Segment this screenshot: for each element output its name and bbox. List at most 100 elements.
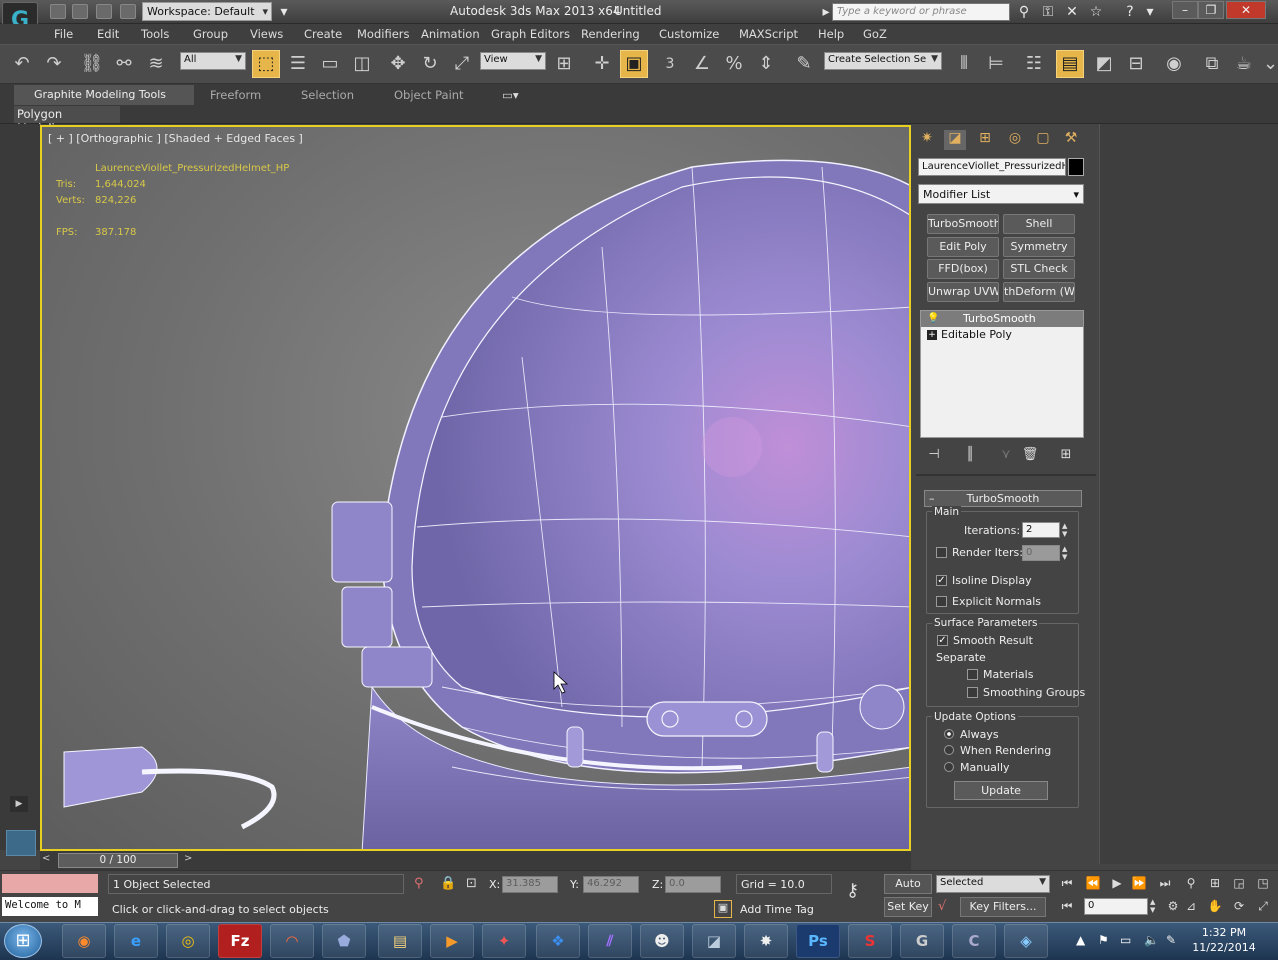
isolate-selection-icon[interactable]: ⚲ [414, 876, 424, 891]
app11-icon[interactable]: ⫽ [588, 924, 632, 958]
menu-maxscript[interactable]: MAXScript [739, 27, 798, 41]
schematic-view-icon[interactable]: ⊟ [1122, 50, 1150, 78]
time-configuration-icon[interactable]: ⚙ [1164, 899, 1182, 915]
when-rendering-radio[interactable] [944, 745, 954, 755]
select-and-link-icon[interactable]: ⛓ [78, 50, 106, 78]
menu-graph-editors[interactable]: Graph Editors [491, 27, 570, 41]
current-frame-field[interactable]: 0 [1084, 898, 1148, 915]
move-icon[interactable]: ✥ [384, 50, 412, 78]
network-icon[interactable]: ▭ [1120, 933, 1131, 947]
media-icon[interactable]: ▶ [430, 924, 474, 958]
rotate-icon[interactable]: ↻ [416, 50, 444, 78]
app18-icon[interactable]: C [952, 924, 996, 958]
render-iters-spinner-arrows[interactable]: ▲ ▼ [1062, 545, 1072, 561]
selection-filter-dropdown[interactable]: All ▼ [180, 52, 246, 70]
volume-icon[interactable]: 🔈 [1144, 933, 1159, 947]
lightbulb-icon[interactable]: 💡 [927, 311, 939, 327]
communication-icon[interactable]: ✕ [1062, 3, 1082, 21]
utilities-tab-icon[interactable]: ⚒ [1060, 130, 1082, 150]
menu-edit[interactable]: Edit [97, 27, 119, 41]
modifier-stack[interactable]: 💡 TurboSmooth + Editable Poly [920, 310, 1084, 438]
maximize-viewport-icon[interactable]: ⤢ [1254, 899, 1272, 915]
keyboard-shortcut-override-icon[interactable]: ▣ [620, 50, 648, 78]
subscription-icon[interactable]: ⚿ [1038, 3, 1058, 21]
select-manipulate-icon[interactable]: ✛ [588, 50, 616, 78]
explorer-icon[interactable]: ▤ [378, 924, 422, 958]
make-unique-icon[interactable]: ⋎ [996, 447, 1016, 463]
ribbon-options-icon[interactable]: ▭▾ [502, 88, 519, 102]
absolute-mode-icon[interactable]: ⊡ [466, 876, 477, 891]
app12-icon[interactable]: ☻ [640, 924, 684, 958]
align-icon[interactable]: ⊨ [982, 50, 1010, 78]
viewport[interactable]: [ + ] [Orthographic ] [Shaded + Edged Fa… [40, 125, 911, 851]
zoom-all-icon[interactable]: ⊞ [1206, 876, 1224, 892]
tab-graphite-modeling-tools[interactable]: Graphite Modeling Tools [14, 85, 194, 105]
select-by-name-icon[interactable]: ☰ [284, 50, 312, 78]
start-button-icon[interactable]: ⊞ [4, 924, 42, 958]
app19-icon[interactable]: ◈ [1004, 924, 1048, 958]
app16-icon[interactable]: S [848, 924, 892, 958]
rendered-frame-icon[interactable]: ☕ [1230, 50, 1258, 78]
menu-goz[interactable]: GoZ [863, 27, 887, 41]
key-selection-dropdown[interactable]: Selected ▼ [936, 875, 1050, 893]
graphite-toggle-icon[interactable]: ▤ [1056, 50, 1084, 78]
tab-selection[interactable]: Selection [301, 88, 354, 102]
field-of-view-icon[interactable]: ⊿ [1182, 899, 1200, 915]
redo-icon[interactable]: ↷ [40, 50, 68, 78]
layer-manager-icon[interactable]: ☷ [1020, 50, 1048, 78]
turbosmooth-button[interactable]: TurboSmooth [927, 214, 999, 234]
auto-key-button[interactable]: Auto Key [884, 874, 932, 908]
previous-frame-icon[interactable]: ⏪ [1084, 876, 1102, 892]
play-icon[interactable]: ▶ [1108, 876, 1126, 892]
modify-tab-icon[interactable]: ◪ [944, 130, 966, 150]
scale-icon[interactable]: ⤢ [448, 50, 476, 78]
go-to-start-icon[interactable]: ⏮ [1058, 876, 1076, 892]
isoline-display-checkbox[interactable]: ✓ [936, 575, 947, 586]
shell-button[interactable]: Shell [1003, 214, 1075, 234]
power-icon[interactable]: ✎ [1166, 933, 1176, 947]
time-slider[interactable]: 0 / 100 [58, 853, 178, 868]
select-object-icon[interactable]: ⬚ [252, 50, 280, 78]
app5-icon[interactable]: ◠ [270, 924, 314, 958]
dropbox-icon[interactable]: ❖ [536, 924, 580, 958]
pan-view-icon[interactable]: ✋ [1206, 899, 1224, 915]
bind-space-warp-icon[interactable]: ≋ [142, 50, 170, 78]
smooth-result-checkbox[interactable]: ✓ [937, 635, 948, 646]
y-coordinate-field[interactable]: 46.292 [583, 876, 639, 893]
filezilla-icon[interactable]: Fz [218, 924, 262, 958]
3dsmax-icon[interactable]: ◪ [692, 924, 736, 958]
named-selection-dropdown[interactable]: Create Selection Se ▼ [824, 52, 942, 70]
menu-help[interactable]: Help [818, 27, 844, 41]
maxscript-listener-output[interactable] [2, 874, 98, 893]
render-iters-checkbox[interactable] [936, 547, 947, 558]
create-tab-icon[interactable]: ✷ [916, 130, 938, 150]
window-crossing-icon[interactable]: ◫ [348, 50, 376, 78]
x-coordinate-field[interactable]: 31.385 [502, 876, 558, 893]
maximize-icon[interactable]: ❐ [1198, 1, 1224, 19]
close-icon[interactable]: ✕ [1226, 1, 1266, 19]
iterations-spinner-arrows[interactable]: ▲ ▼ [1062, 522, 1072, 538]
zoom-extents-icon[interactable]: ◲ [1230, 876, 1248, 892]
configure-sets-icon[interactable]: ⊞ [1056, 447, 1076, 463]
menu-customize[interactable]: Customize [659, 27, 719, 41]
timeline-next-icon[interactable]: > [184, 853, 192, 864]
mirror-icon[interactable]: ⫴ [950, 50, 978, 78]
menu-tools[interactable]: Tools [141, 27, 169, 41]
workspace-dropdown[interactable]: Workspace: Default ▾ [142, 2, 272, 21]
show-end-result-icon[interactable]: ║ [960, 447, 980, 463]
spinner-snap-icon[interactable]: ⇕ [752, 50, 780, 78]
tab-object-paint[interactable]: Object Paint [394, 88, 464, 102]
add-time-tag[interactable]: Add Time Tag [736, 900, 832, 920]
next-frame-icon[interactable]: ⏩ [1130, 876, 1148, 892]
quick-access-dropdown-icon[interactable]: ▾ [274, 3, 294, 21]
orbit-icon[interactable]: ⟳ [1230, 899, 1248, 915]
key-mode-toggle-icon[interactable]: ⏮ [1058, 899, 1076, 915]
curve-editor-icon[interactable]: ◩ [1090, 50, 1118, 78]
zoom-icon[interactable]: ⚲ [1182, 876, 1200, 892]
stl-check-button[interactable]: STL Check [1003, 259, 1075, 279]
turbosmooth-rollout-header[interactable]: – TurboSmooth [924, 490, 1082, 507]
app9-icon[interactable]: ✦ [482, 924, 526, 958]
rectangular-selection-icon[interactable]: ▭ [316, 50, 344, 78]
current-frame-spinner[interactable]: ▲ ▼ [1150, 898, 1155, 914]
material-editor-icon[interactable]: ◉ [1160, 50, 1188, 78]
